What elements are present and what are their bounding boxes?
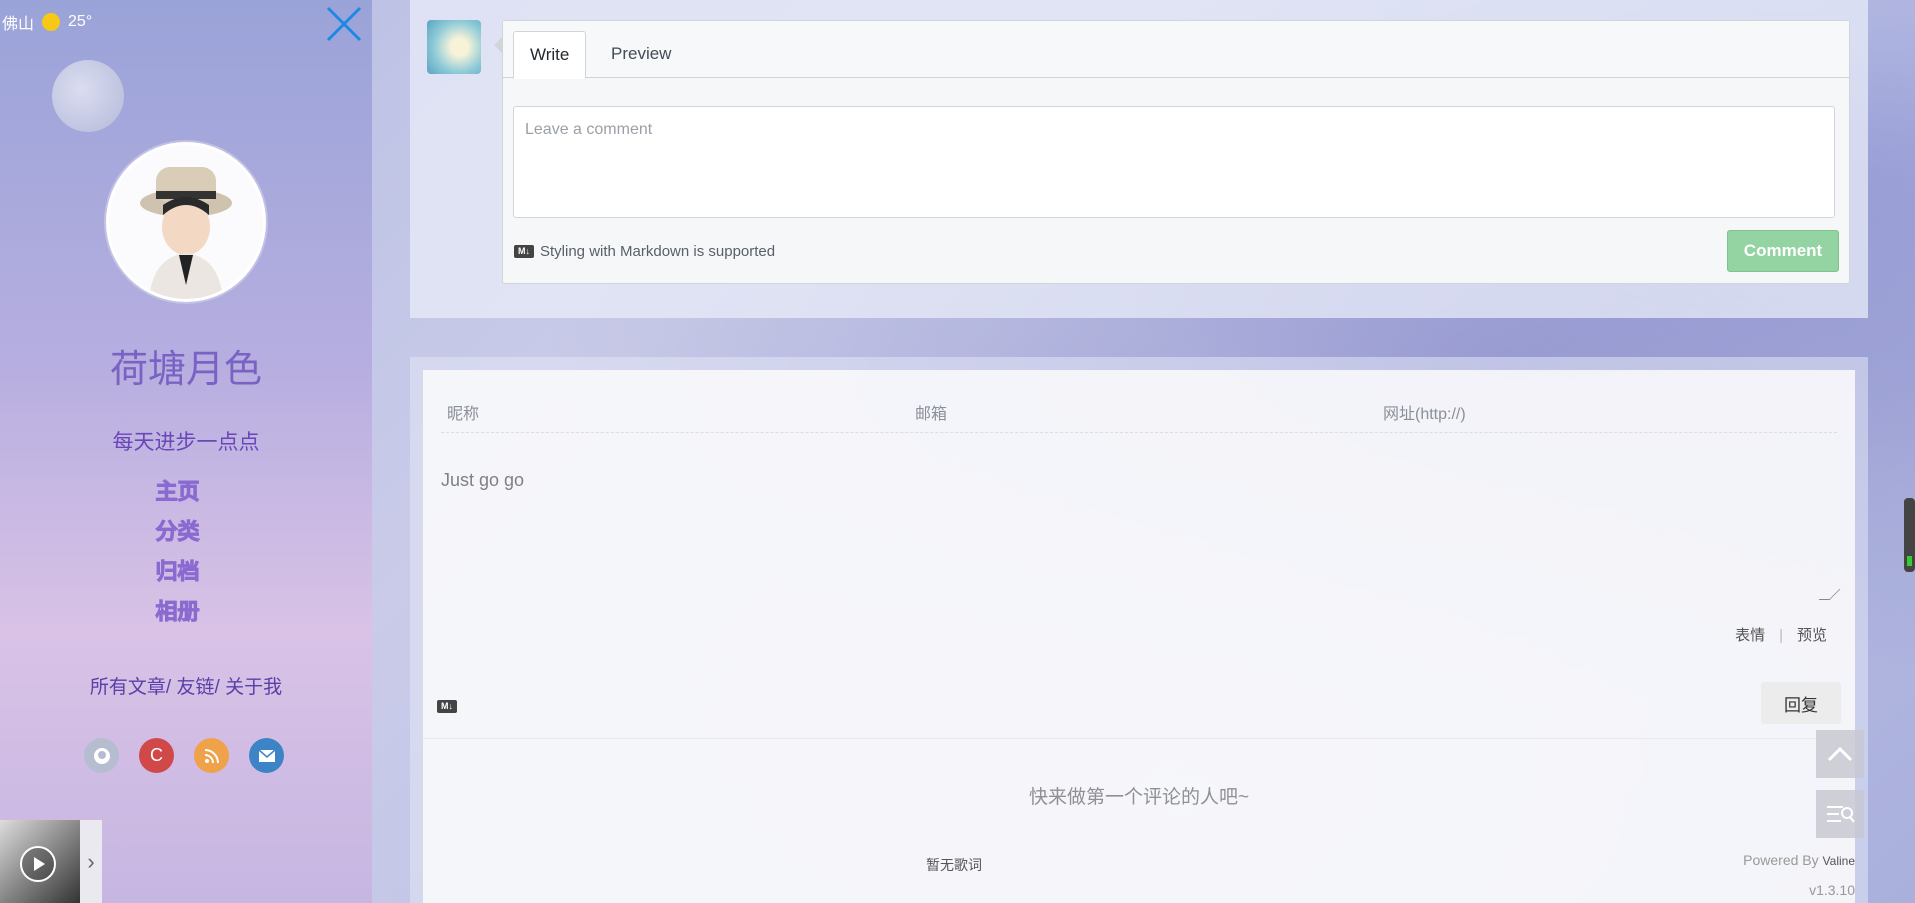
list-search-icon [1827,806,1855,823]
back-to-top-button[interactable] [1816,730,1864,778]
scrollbar-thumb[interactable] [1904,498,1915,572]
valine-version: v1.3.10 [1809,882,1855,898]
nav-home[interactable]: 主页 [0,472,355,512]
chevron-right-icon[interactable]: › [80,820,102,903]
email-icon[interactable] [249,738,284,773]
empty-comments-text: 快来做第一个评论的人吧~ [1028,787,1250,808]
play-icon[interactable] [20,846,56,882]
album-cover [0,820,80,903]
close-icon[interactable] [324,4,364,44]
comment-editor: Write Preview Leave a comment M↓ Styling… [494,20,1850,284]
tab-preview[interactable]: Preview [595,31,687,77]
social-links: C [84,738,284,773]
toc-search-button[interactable] [1816,790,1864,838]
website-input[interactable]: 网址(http://) [1383,400,1466,424]
link-about[interactable]: 关于我 [225,677,282,698]
reply-button[interactable]: 回复 [1761,682,1841,724]
comment-button[interactable]: Comment [1727,230,1839,272]
sidebar: 佛山 25° 荷塘月色 每天进步一点点 主页 分类 归档 相册 所有文章/ 友链… [0,0,372,903]
markdown-icon: M↓ [514,245,534,258]
link-separator: / [214,677,220,698]
valine-tools: 表情 | 预览 [1735,624,1827,645]
weather-city: 佛山 [2,16,35,33]
valine-textarea[interactable]: Just go go [441,470,1841,602]
markdown-icon[interactable]: M↓ [437,696,457,714]
powered-prefix: Powered By [1743,852,1819,868]
nav-archives[interactable]: 归档 [0,552,355,592]
valine-textarea-value: Just go go [441,470,525,490]
email-input[interactable]: 邮箱 [915,400,947,424]
editor-tabs: Write Preview [503,21,1849,79]
link-all-posts[interactable]: 所有文章 [90,677,166,698]
avatar[interactable] [106,142,266,302]
tools-separator: | [1779,627,1783,644]
user-avatar [427,20,481,74]
moon-decoration [52,60,124,132]
rss-icon[interactable] [194,738,229,773]
powered-by: Powered By Valine [1743,852,1855,868]
site-subtitle: 每天进步一点点 [112,431,260,454]
resize-handle-icon[interactable] [1818,589,1841,600]
music-player: › [0,820,102,903]
nav-album[interactable]: 相册 [0,592,355,632]
nickname-input[interactable]: 昵称 [447,400,479,424]
markdown-note: M↓ Styling with Markdown is supported [514,243,775,260]
valine-panel: 昵称 邮箱 网址(http://) Just go go 表情 | 预览 M↓ 回复… [423,370,1855,903]
link-friends[interactable]: 友链 [176,677,214,698]
github-icon[interactable] [84,738,119,773]
valine-link[interactable]: Valine [1823,854,1855,868]
sidebar-nav: 主页 分类 归档 相册 [0,472,355,632]
lyric-text: 暂无歌词 [926,857,982,873]
sun-icon [42,13,61,31]
nav-categories[interactable]: 分类 [0,512,355,552]
emoji-button[interactable]: 表情 [1735,627,1765,644]
site-title: 荷塘月色 [109,347,262,391]
weather-widget: 佛山 25° [2,10,92,34]
preview-button[interactable]: 预览 [1797,627,1827,644]
comment-textarea[interactable]: Leave a comment [513,106,1835,218]
weather-temp: 25° [68,13,93,30]
valine-fields: 昵称 邮箱 网址(http://) [441,400,1837,433]
markdown-badge: M↓ [437,700,457,713]
csdn-letter: C [150,745,163,765]
chevron-up-icon [1827,746,1853,762]
sidebar-links: 所有文章/ 友链/ 关于我 [0,672,372,699]
markdown-note-text: Styling with Markdown is supported [540,243,776,260]
divider [423,738,1855,739]
link-separator: / [165,677,172,698]
tab-write[interactable]: Write [513,31,587,79]
csdn-icon[interactable]: C [139,738,174,773]
